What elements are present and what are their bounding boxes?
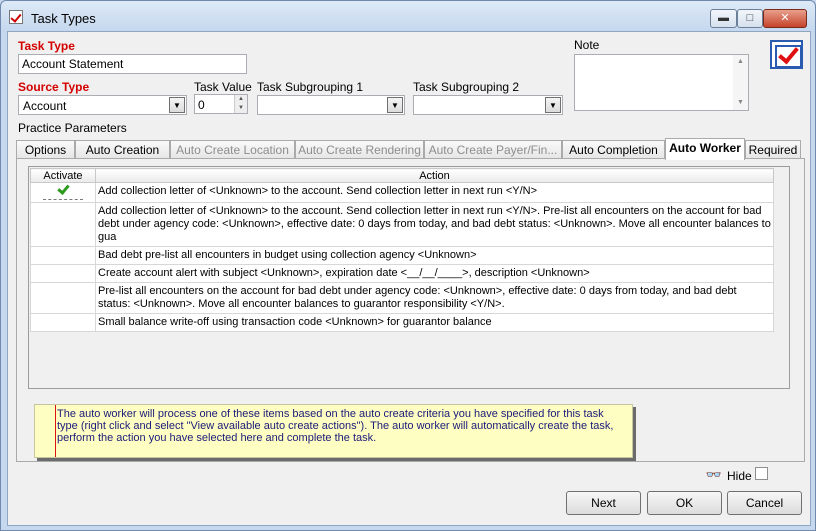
activate-column-header[interactable]: Activate [30, 168, 96, 183]
activate-cell[interactable] [30, 282, 96, 314]
task-type-label: Task Type [18, 39, 75, 53]
action-cell[interactable]: Small balance write-off using transactio… [95, 313, 774, 332]
table-row[interactable]: Add collection letter of <Unknown> to th… [30, 202, 774, 247]
task-type-input[interactable]: Account Statement [18, 54, 247, 74]
checklist-icon [770, 40, 803, 69]
window-title: Task Types [31, 11, 96, 26]
next-button[interactable]: Next [566, 491, 641, 515]
action-cell[interactable]: Pre-list all encounters on the account f… [95, 282, 774, 314]
subgroup2-label: Task Subgrouping 2 [413, 80, 520, 94]
activate-cell[interactable] [30, 264, 96, 283]
chevron-down-icon[interactable]: ▼ [545, 97, 561, 113]
action-cell[interactable]: Add collection letter of <Unknown> to th… [95, 182, 774, 203]
title-bar: Task Types ▬ □ ✕ [1, 1, 815, 31]
note-scrollbar[interactable]: ▲ ▼ [733, 55, 748, 110]
task-value: 0 [198, 98, 205, 112]
check-icon [56, 182, 70, 195]
auto-worker-panel: Activate Action Add collection letter of… [16, 158, 805, 462]
table-row[interactable]: Small balance write-off using transactio… [30, 313, 774, 332]
scroll-down-icon[interactable]: ▼ [733, 96, 748, 110]
tab-required[interactable]: Required [745, 140, 801, 158]
chevron-down-icon[interactable]: ▼ [387, 97, 403, 113]
maximize-button[interactable]: □ [737, 9, 763, 28]
note-label: Note [574, 38, 600, 52]
note-margin-line [55, 405, 56, 457]
hide-label: Hide [727, 469, 752, 483]
action-column-header[interactable]: Action [95, 168, 774, 183]
note-textarea[interactable]: ▲ ▼ [574, 54, 749, 111]
chevron-down-icon[interactable]: ▼ [169, 97, 185, 113]
table-row[interactable]: Pre-list all encounters on the account f… [30, 282, 774, 314]
hide-checkbox[interactable] [755, 467, 768, 480]
activate-cell[interactable] [30, 182, 96, 203]
task-value-spinner[interactable]: 0 ▲ ▼ [194, 94, 248, 114]
subgroup1-label: Task Subgrouping 1 [257, 80, 364, 94]
tab-options[interactable]: Options [16, 140, 75, 158]
ok-button[interactable]: OK [647, 491, 722, 515]
tab-auto-creation[interactable]: Auto Creation [75, 140, 170, 158]
activate-cell[interactable] [30, 202, 96, 247]
activate-cell[interactable] [30, 313, 96, 332]
practice-parameters-label: Practice Parameters [18, 121, 127, 135]
source-type-label: Source Type [18, 80, 90, 94]
tab-auto-worker[interactable]: Auto Worker [665, 138, 745, 160]
info-text: The auto worker will process one of thes… [57, 408, 614, 444]
info-note: The auto worker will process one of thes… [34, 404, 633, 458]
tab-auto-create-location[interactable]: Auto Create Location [170, 140, 295, 158]
tab-auto-create-rendering[interactable]: Auto Create Rendering [295, 140, 424, 158]
action-cell[interactable]: Bad debt pre-list all encounters in budg… [95, 246, 774, 265]
cancel-button[interactable]: Cancel [727, 491, 802, 515]
action-cell[interactable]: Create account alert with subject <Unkno… [95, 264, 774, 283]
tab-auto-completion[interactable]: Auto Completion [562, 140, 665, 158]
scroll-up-icon[interactable]: ▲ [733, 55, 748, 69]
auto-worker-grid: Activate Action Add collection letter of… [28, 166, 790, 389]
task-value-label: Task Value [194, 80, 252, 94]
subgroup1-select[interactable]: ▼ [257, 95, 405, 115]
source-type-select[interactable]: Account ▼ [18, 95, 187, 115]
actions-table: Activate Action Add collection letter of… [30, 168, 774, 332]
app-checkbox-icon [9, 10, 23, 24]
disguise-glasses-icon: 👓 [705, 467, 723, 482]
activate-cell[interactable] [30, 246, 96, 265]
spinner-up-icon[interactable]: ▲ [234, 95, 247, 104]
table-row[interactable]: Add collection letter of <Unknown> to th… [30, 182, 774, 203]
table-row[interactable]: Create account alert with subject <Unkno… [30, 264, 774, 283]
action-cell[interactable]: Add collection letter of <Unknown> to th… [95, 202, 774, 247]
tab-auto-create-payer[interactable]: Auto Create Payer/Fin... [424, 140, 562, 158]
minimize-button[interactable]: ▬ [710, 9, 737, 28]
table-row[interactable]: Bad debt pre-list all encounters in budg… [30, 246, 774, 265]
source-type-value: Account [23, 99, 67, 113]
close-button[interactable]: ✕ [763, 9, 807, 28]
task-types-window: Task Types ▬ □ ✕ Task Type Account State… [0, 0, 816, 531]
spinner-down-icon[interactable]: ▼ [234, 104, 247, 113]
table-header-row: Activate Action [30, 168, 774, 183]
dialog-client-area: Task Type Account Statement Source Type … [7, 31, 811, 526]
subgroup2-select[interactable]: ▼ [413, 95, 563, 115]
